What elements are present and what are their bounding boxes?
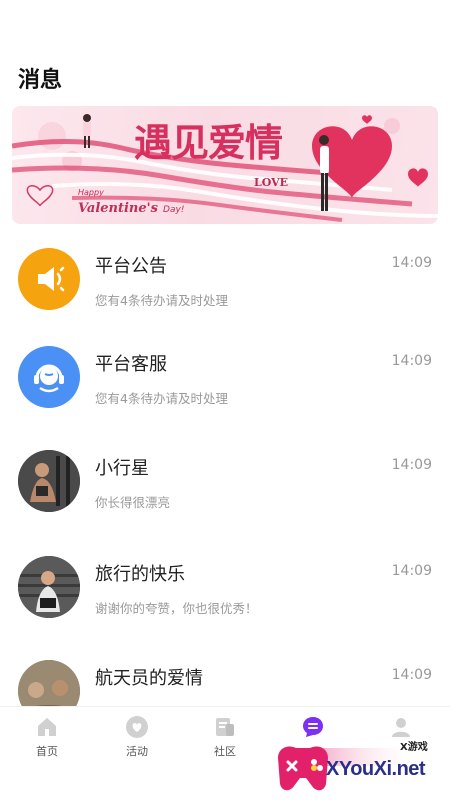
message-item-user[interactable]: 航天员的爱情 14:09: [0, 654, 450, 706]
message-name: 平台公告: [95, 256, 167, 277]
banner-happy-text: Happy: [78, 188, 104, 197]
watermark-text: XYouXi.net: [326, 758, 426, 780]
message-preview: 您有4条待办请及时处理: [95, 391, 228, 406]
tab-activity[interactable]: 活动: [102, 715, 172, 759]
tab-home[interactable]: 首页: [12, 715, 82, 759]
tab-label: 活动: [126, 745, 148, 758]
banner-valentine-text: Valentine's: [78, 201, 158, 216]
xyouxi-watermark: X游戏 XYouXi.net: [270, 728, 450, 800]
watermark-tag: X游戏: [400, 742, 428, 753]
message-preview: 谢谢你的夸赞，你也很优秀！: [95, 601, 258, 616]
message-item-user[interactable]: 旅行的快乐 14:09 谢谢你的夸赞，你也很优秀！: [0, 550, 450, 650]
speaker-icon: [18, 248, 80, 310]
page-title: 消息: [18, 68, 63, 93]
user-avatar: [18, 660, 80, 706]
community-icon: [216, 718, 234, 736]
banner-day-text: Day!: [163, 205, 185, 215]
tab-community[interactable]: 社区: [190, 715, 260, 759]
message-name: 平台客服: [95, 354, 167, 375]
message-preview: 您有4条待办请及时处理: [95, 293, 228, 308]
banner-subtitle: Happy Valentine's Day!: [78, 188, 184, 216]
headset-icon: [18, 346, 80, 408]
message-time: 14:09: [391, 563, 432, 579]
tab-label: 社区: [214, 745, 236, 758]
user-avatar: [18, 450, 80, 512]
banner-title: 遇见爱情: [134, 120, 283, 165]
message-name: 小行星: [95, 458, 149, 479]
message-time: 14:09: [391, 353, 432, 369]
user-avatar: [18, 556, 80, 618]
tab-label: 首页: [36, 745, 58, 758]
message-item-platform-service[interactable]: 平台客服 14:09 您有4条待办请及时处理: [0, 340, 450, 440]
heart-icon: [126, 716, 148, 738]
message-time: 14:09: [391, 667, 432, 683]
message-name: 航天员的爱情: [95, 668, 203, 689]
banner-love-text: LOVE: [254, 176, 289, 189]
message-item-platform-announcement[interactable]: 平台公告 14:09 您有4条待办请及时处理: [0, 244, 450, 344]
message-time: 14:09: [391, 457, 432, 473]
message-item-user[interactable]: 小行星 14:09 你长得很漂亮: [0, 444, 450, 544]
message-preview: 你长得很漂亮: [95, 495, 171, 510]
message-name: 旅行的快乐: [95, 564, 185, 585]
message-time: 14:09: [391, 255, 432, 271]
home-icon: [38, 718, 56, 736]
valentine-banner[interactable]: 遇见爱情 LOVE Happy Valentine's Day!: [12, 106, 438, 224]
